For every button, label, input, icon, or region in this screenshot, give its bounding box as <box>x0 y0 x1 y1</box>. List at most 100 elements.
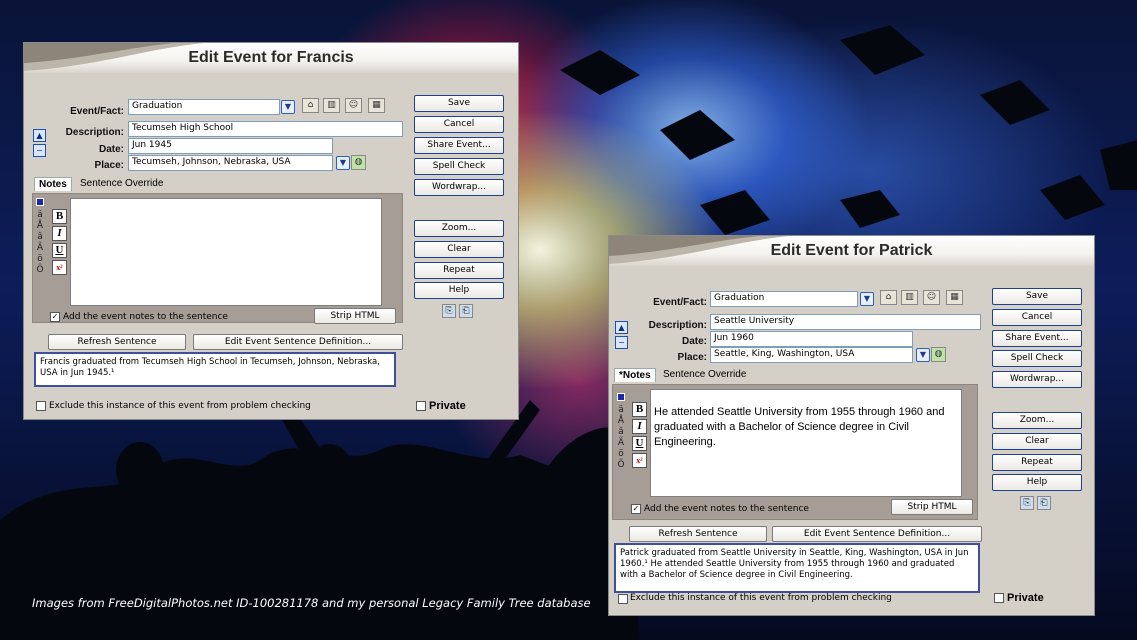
calendar-icon[interactable]: ▦ <box>946 290 963 305</box>
accent-char-o-umlaut-upper[interactable]: Ö <box>35 265 45 276</box>
tab-sentence-override[interactable]: Sentence Override <box>659 368 750 381</box>
description-field[interactable]: Tecumseh High School <box>128 121 403 137</box>
repeat-button[interactable]: Repeat <box>992 454 1082 471</box>
accent-char-o-umlaut-upper[interactable]: Ö <box>616 460 626 471</box>
add-notes-checkbox[interactable]: ✓ <box>50 312 60 322</box>
private-checkbox[interactable] <box>994 593 1004 603</box>
tab-sentence-override[interactable]: Sentence Override <box>76 177 167 190</box>
paste-icon[interactable]: ⎗ <box>1037 496 1051 510</box>
wordwrap-button[interactable]: Wordwrap... <box>992 371 1082 388</box>
accent-char-o-umlaut[interactable]: ö <box>35 254 45 265</box>
italic-button[interactable]: I <box>52 226 67 241</box>
description-field[interactable]: Seattle University <box>710 314 981 330</box>
place-label: Place: <box>677 352 707 363</box>
underline-button[interactable]: U <box>52 243 67 258</box>
superscript-button[interactable]: x² <box>632 453 647 468</box>
event-dropdown-button[interactable]: ▼ <box>860 292 874 306</box>
edit-event-window-patrick: Edit Event for Patrick Event/Fact: Gradu… <box>608 235 1095 616</box>
tab-notes[interactable]: Notes <box>34 177 72 191</box>
accent-char-a-umlaut[interactable]: ä <box>616 405 626 416</box>
house-icon[interactable]: ⌂ <box>880 290 897 305</box>
clear-button[interactable]: Clear <box>992 433 1082 450</box>
exclude-checkbox[interactable] <box>36 401 46 411</box>
strip-html-button[interactable]: Strip HTML <box>891 499 973 515</box>
edit-event-window-francis: Edit Event for Francis Event/Fact: Gradu… <box>23 42 519 420</box>
help-button[interactable]: Help <box>414 282 504 299</box>
event-fact-field[interactable]: Graduation <box>710 291 858 307</box>
refresh-sentence-button[interactable]: Refresh Sentence <box>629 526 767 542</box>
strip-html-button[interactable]: Strip HTML <box>314 308 396 324</box>
accent-char-a-tilde[interactable]: Ã <box>616 438 626 449</box>
event-fact-label: Event/Fact: <box>653 297 707 308</box>
refresh-sentence-button[interactable]: Refresh Sentence <box>48 334 186 350</box>
exclude-label: Exclude this instance of this event from… <box>49 401 311 411</box>
books-icon[interactable]: ▥ <box>901 290 918 305</box>
event-fact-field[interactable]: Graduation <box>128 99 280 115</box>
repeat-button[interactable]: Repeat <box>414 262 504 279</box>
event-dropdown-button[interactable]: ▼ <box>281 100 295 114</box>
cancel-button[interactable]: Cancel <box>992 309 1082 326</box>
notes-select-icon[interactable] <box>617 393 625 401</box>
exclude-checkbox[interactable] <box>618 594 628 604</box>
accent-char-a-ring[interactable]: Å <box>35 221 45 232</box>
accent-char-a-circumflex[interactable]: â <box>616 427 626 438</box>
accent-char-a-umlaut[interactable]: ä <box>35 210 45 221</box>
copy-icon[interactable]: ⎘ <box>1020 496 1034 510</box>
notes-text-area[interactable] <box>70 198 382 306</box>
private-label: Private <box>429 400 466 412</box>
exclude-label: Exclude this instance of this event from… <box>630 593 892 603</box>
books-icon[interactable]: ▥ <box>323 98 340 113</box>
zoom-button[interactable]: Zoom... <box>992 412 1082 429</box>
underline-button[interactable]: U <box>632 436 647 451</box>
zoom-button[interactable]: Zoom... <box>414 220 504 237</box>
place-field[interactable]: Tecumseh, Johnson, Nebraska, USA <box>128 155 333 171</box>
save-button[interactable]: Save <box>414 95 504 112</box>
event-fact-label: Event/Fact: <box>70 106 124 117</box>
add-notes-label: Add the event notes to the sentence <box>63 312 228 322</box>
edit-sentence-definition-button[interactable]: Edit Event Sentence Definition... <box>772 526 982 542</box>
accent-char-o-umlaut[interactable]: ö <box>616 449 626 460</box>
date-field[interactable]: Jun 1945 <box>128 138 333 154</box>
notes-panel: ä Å â Ã ö Ö B I U x² <box>32 193 403 323</box>
place-field[interactable]: Seattle, King, Washington, USA <box>710 347 913 363</box>
spell-check-button[interactable]: Spell Check <box>992 350 1082 367</box>
people-icon[interactable]: ☺ <box>345 98 362 113</box>
private-checkbox[interactable] <box>416 401 426 411</box>
description-label: Description: <box>648 320 707 331</box>
share-event-button[interactable]: Share Event... <box>414 137 504 154</box>
share-event-button[interactable]: Share Event... <box>992 330 1082 347</box>
image-credit-caption: Images from FreeDigitalPhotos.net ID-100… <box>32 596 591 610</box>
accent-char-a-circumflex[interactable]: â <box>35 232 45 243</box>
wordwrap-button[interactable]: Wordwrap... <box>414 179 504 196</box>
event-sentence-preview: Patrick graduated from Seattle Universit… <box>614 543 980 593</box>
accent-char-a-ring[interactable]: Å <box>616 416 626 427</box>
superscript-button[interactable]: x² <box>52 260 67 275</box>
people-icon[interactable]: ☺ <box>923 290 940 305</box>
date-field[interactable]: Jun 1960 <box>710 331 913 347</box>
bold-button[interactable]: B <box>52 209 67 224</box>
tab-notes[interactable]: *Notes <box>614 368 656 382</box>
place-dropdown-button[interactable]: ▼ <box>916 348 930 362</box>
paste-icon[interactable]: ⎗ <box>459 304 473 318</box>
italic-button[interactable]: I <box>632 419 647 434</box>
help-button[interactable]: Help <box>992 474 1082 491</box>
add-notes-checkbox[interactable]: ✓ <box>631 504 641 514</box>
globe-icon[interactable]: ◍ <box>351 155 366 170</box>
edit-sentence-definition-button[interactable]: Edit Event Sentence Definition... <box>193 334 403 350</box>
notes-select-icon[interactable] <box>36 198 44 206</box>
notes-text-area[interactable]: He attended Seattle University from 1955… <box>650 389 962 497</box>
copy-icon[interactable]: ⎘ <box>442 304 456 318</box>
spell-check-button[interactable]: Spell Check <box>414 158 504 175</box>
cancel-button[interactable]: Cancel <box>414 116 504 133</box>
calendar-icon[interactable]: ▦ <box>368 98 385 113</box>
window-title: Edit Event for Patrick <box>770 242 933 259</box>
globe-icon[interactable]: ◍ <box>931 347 946 362</box>
private-label: Private <box>1007 592 1044 604</box>
house-icon[interactable]: ⌂ <box>302 98 319 113</box>
save-button[interactable]: Save <box>992 288 1082 305</box>
clear-button[interactable]: Clear <box>414 241 504 258</box>
place-dropdown-button[interactable]: ▼ <box>336 156 350 170</box>
bold-button[interactable]: B <box>632 402 647 417</box>
accent-char-a-tilde[interactable]: Ã <box>35 243 45 254</box>
date-label: Date: <box>681 336 707 347</box>
